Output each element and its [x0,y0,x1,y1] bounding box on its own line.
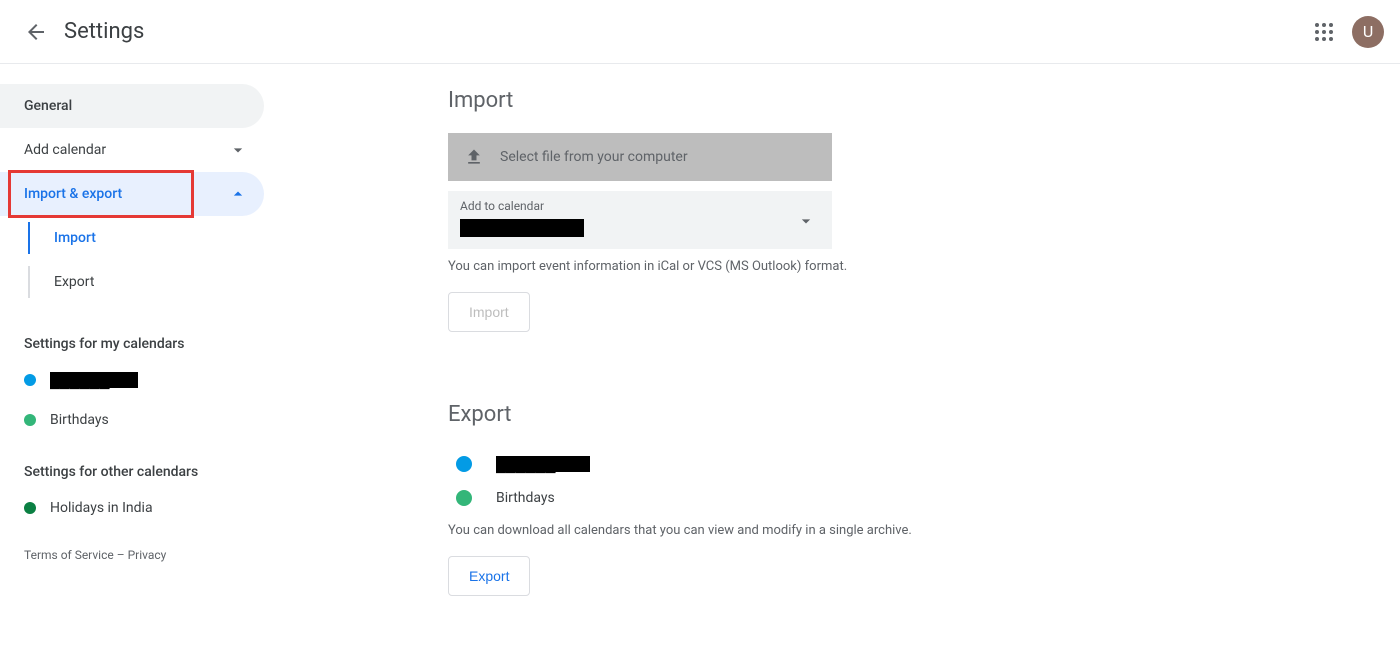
chevron-up-icon [228,184,248,204]
chevron-down-icon [228,140,248,160]
settings-sidebar: General Add calendar Import & export Imp… [0,64,264,647]
account-avatar[interactable]: U [1352,16,1384,48]
sidebar-item-label: Add calendar [24,142,106,158]
calendar-color-dot [24,502,36,514]
upload-icon [464,147,484,167]
sidebar-item-label: General [24,98,72,114]
export-calendar-row: ██████ [448,447,1400,481]
calendar-name: Birthdays [50,412,109,428]
calendar-color-dot [456,456,472,472]
dropdown-arrow-icon [796,211,816,231]
export-title: Export [448,402,1400,427]
calendar-color-dot [24,374,36,386]
apps-grid-icon [1315,23,1333,41]
my-calendars-heading: Settings for my calendars [0,312,264,360]
sidebar-item-label: Export [54,274,94,290]
google-apps-button[interactable] [1304,12,1344,52]
app-header: Settings U [0,0,1400,64]
calendar-name-redacted: ██████ [50,372,138,388]
page-title: Settings [64,19,144,44]
import-button[interactable]: Import [448,292,530,332]
sidebar-subitem-export[interactable]: Export [0,260,264,304]
privacy-link[interactable]: Privacy [128,548,167,562]
sidebar-subitem-import[interactable]: Import [0,216,264,260]
sidebar-item-label: Import [54,230,96,246]
main-content: Import Select file from your computer Ad… [264,64,1400,647]
calendar-name: Birthdays [496,490,555,506]
export-help-text: You can download all calendars that you … [448,523,1400,538]
sidebar-item-import-export[interactable]: Import & export [0,172,264,216]
sidebar-item-label: Import & export [24,186,122,202]
footer-links: Terms of Service – Privacy [0,528,264,582]
calendar-name: Holidays in India [50,500,153,516]
add-to-calendar-dropdown[interactable]: Add to calendar ██████ [448,191,832,249]
import-title: Import [448,88,1400,113]
calendar-name-redacted: ██████ [496,456,590,472]
select-file-button[interactable]: Select file from your computer [448,133,832,181]
sidebar-item-general[interactable]: General [0,84,264,128]
back-button[interactable] [16,12,56,52]
select-file-label: Select file from your computer [500,149,688,165]
calendar-color-dot [456,490,472,506]
calendar-color-dot [24,414,36,426]
dropdown-value-redacted: ██████ [460,219,584,237]
dropdown-label: Add to calendar [460,199,820,213]
import-help-text: You can import event information in iCal… [448,259,1400,274]
import-section: Import Select file from your computer Ad… [448,88,1400,332]
export-button[interactable]: Export [448,556,530,596]
my-calendar-item[interactable]: Birthdays [0,400,264,440]
sidebar-item-add-calendar[interactable]: Add calendar [0,128,264,172]
export-section: Export ██████ Birthdays You can download… [448,402,1400,596]
arrow-left-icon [24,20,48,44]
my-calendar-item[interactable]: ██████ [0,360,264,400]
export-calendar-row: Birthdays [448,481,1400,515]
other-calendars-heading: Settings for other calendars [0,440,264,488]
other-calendar-item[interactable]: Holidays in India [0,488,264,528]
terms-link[interactable]: Terms of Service [24,548,114,562]
